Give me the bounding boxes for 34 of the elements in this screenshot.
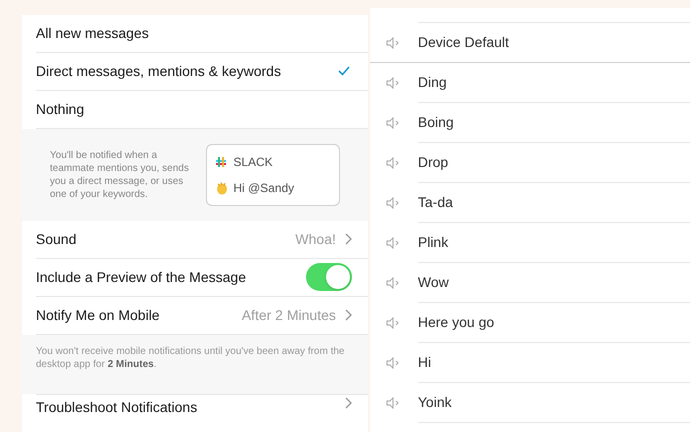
sound-option[interactable]: Drop <box>370 143 690 183</box>
sound-option[interactable]: Ta-da <box>370 183 690 223</box>
speaker-icon <box>386 157 400 169</box>
speaker-icon <box>386 197 400 209</box>
sound-option[interactable]: Boing <box>370 103 690 143</box>
toggle-switch[interactable] <box>306 263 352 292</box>
speaker-icon <box>386 117 400 129</box>
sound-option[interactable]: Plink <box>370 223 690 263</box>
sound-option[interactable]: Hi <box>370 343 690 383</box>
chevron-icon <box>344 396 352 409</box>
chevron-icon <box>344 233 352 246</box>
preview-message: Hi @Sandy <box>233 180 294 197</box>
chevron-icon <box>344 309 352 322</box>
sound-option[interactable]: Ding <box>370 63 690 103</box>
notify-option[interactable]: Direct messages, mentions & keywords <box>36 52 368 91</box>
speaker-icon <box>386 357 400 369</box>
waving-hand-icon <box>215 180 230 195</box>
sound-option[interactable]: Here you go <box>370 303 690 343</box>
speaker-icon <box>386 277 400 289</box>
speaker-icon <box>386 237 400 249</box>
speaker-icon <box>386 36 400 48</box>
speaker-icon <box>386 317 400 329</box>
setting-row[interactable]: Include a Preview of the Message <box>36 258 368 297</box>
sound-option[interactable]: Wow <box>370 263 690 303</box>
speaker-icon <box>386 397 400 409</box>
sound-option[interactable]: Yoink <box>370 383 690 423</box>
app-name: SLACK <box>233 154 273 171</box>
app-logo-icon <box>215 156 228 168</box>
setting-row[interactable]: Sound Whoa! <box>36 220 368 259</box>
info-text: You'll be notified when a teammate mentions you, sends you a direct message, or uses one of your keywords. <box>50 148 190 201</box>
notify-option[interactable]: All new messages <box>36 15 368 53</box>
speaker-icon <box>386 77 400 89</box>
troubleshoot-row[interactable]: Troubleshoot Notifications <box>36 394 368 432</box>
mobile-note: You won't receive mobile notifications until you've been away from the desktop app for 2 Minutes. <box>36 344 346 371</box>
